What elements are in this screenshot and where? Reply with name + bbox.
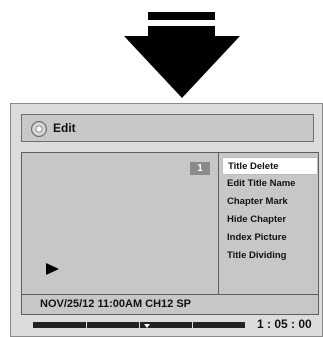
menu-item-edit-title-name[interactable]: Edit Title Name [222,175,318,193]
progress-bar [33,322,245,328]
playback-position-marker [144,324,150,328]
time-display: 1 : 05 : 00 [257,317,312,331]
menu-item-chapter-mark[interactable]: Chapter Mark [222,193,318,211]
progress-area: 1 : 05 : 00 [21,315,319,335]
screen-titlebar: Edit [21,114,314,142]
chapter-mark-tick [86,322,87,328]
chapter-mark-tick [139,322,140,328]
video-preview: 1 [22,153,219,294]
recording-info-bar: NOV/25/12 11:00AM CH12 SP [21,295,319,315]
arrow-bar-top [148,12,215,20]
down-arrow-icon [0,0,323,100]
title-number-badge: 1 [190,162,210,175]
recording-info: NOV/25/12 11:00AM CH12 SP [40,298,192,310]
screen-title: Edit [53,121,76,135]
menu-item-index-picture[interactable]: Index Picture [222,229,318,247]
play-icon [46,263,59,275]
edit-screen: Edit 1 Title Delete Edit Title Name Chap… [10,103,323,337]
edit-panel: 1 Title Delete Edit Title Name Chapter M… [21,152,319,295]
arrow-head [124,36,240,98]
arrow-bar-middle [148,26,215,36]
menu-item-title-delete[interactable]: Title Delete [222,157,318,175]
disc-icon [31,121,47,137]
edit-menu: Title Delete Edit Title Name Chapter Mar… [222,157,318,265]
menu-item-hide-chapter[interactable]: Hide Chapter [222,211,318,229]
chapter-mark-tick [192,322,193,328]
menu-item-title-dividing[interactable]: Title Dividing [222,247,318,265]
